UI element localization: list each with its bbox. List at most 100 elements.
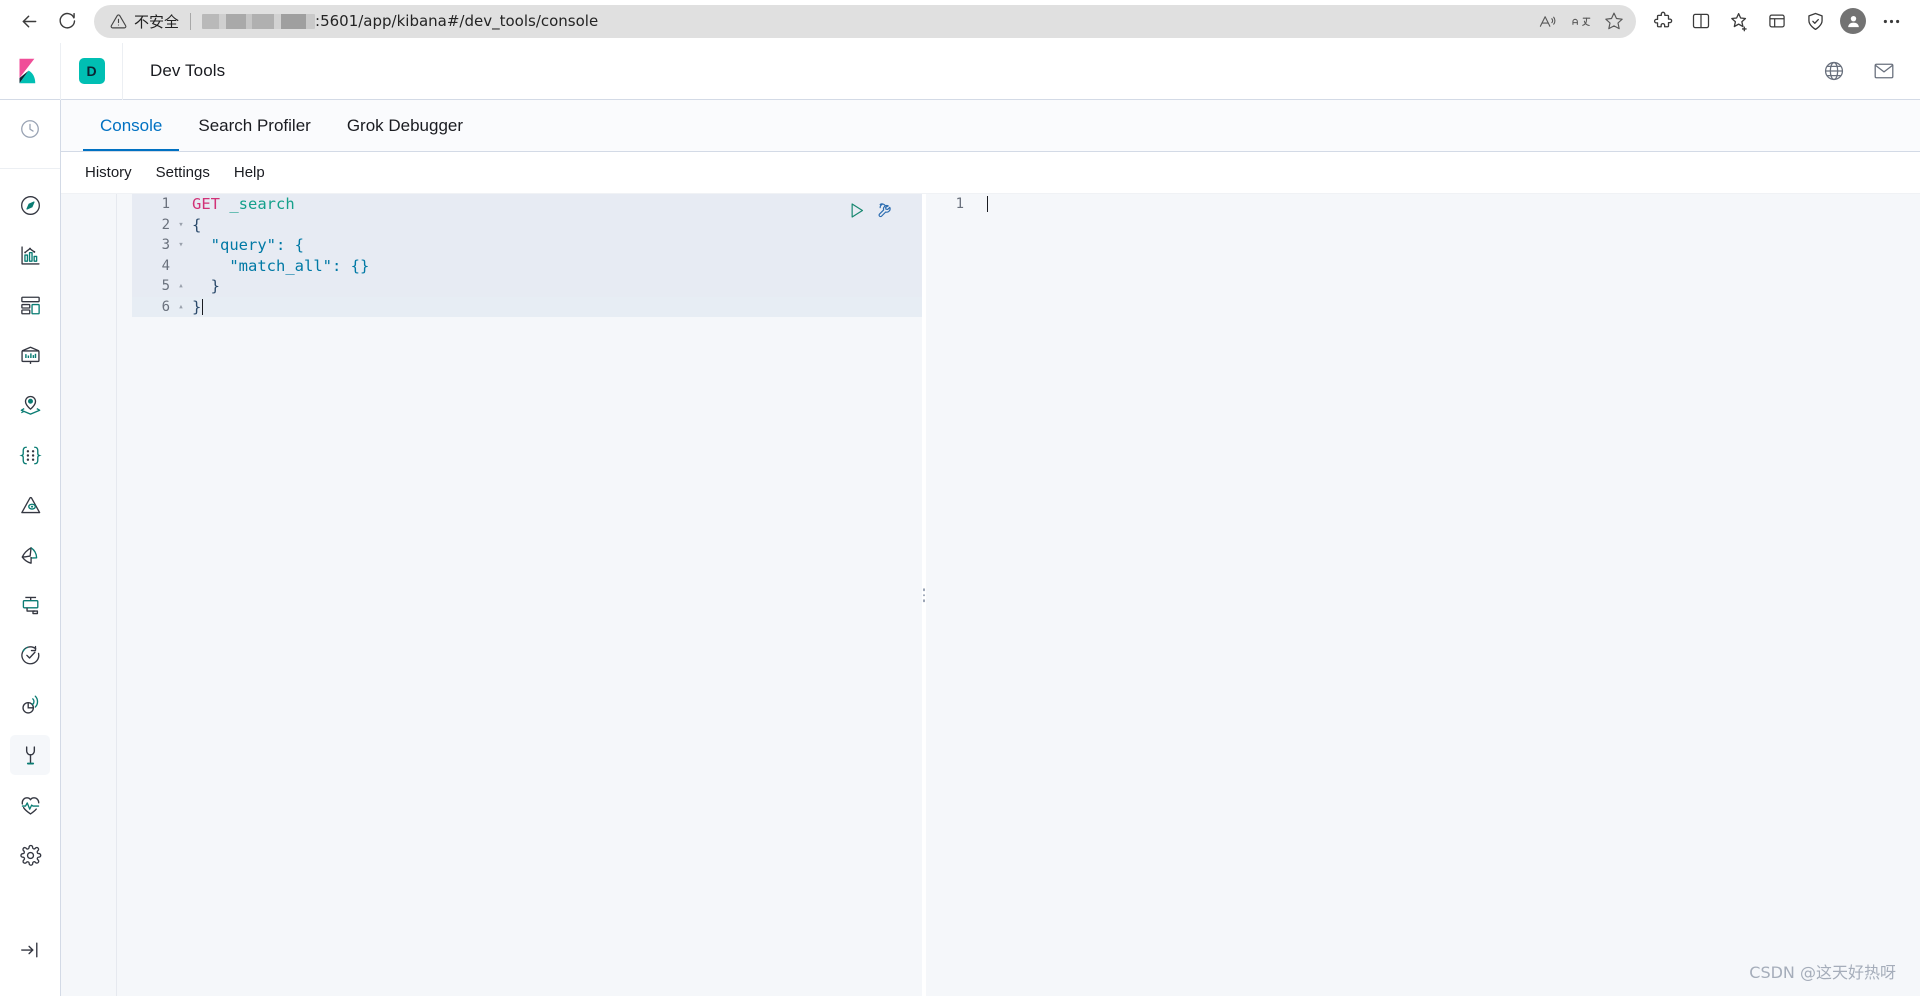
- sidebar-item-dashboard[interactable]: [10, 285, 50, 325]
- menu-settings[interactable]: Settings: [156, 164, 210, 181]
- app-badge: D: [78, 58, 105, 84]
- url-display[interactable]: :5601/app/kibana#/dev_tools/console: [202, 12, 1531, 30]
- code-line: 5 ▴ }: [132, 276, 922, 297]
- news-feed-icon[interactable]: [1870, 57, 1898, 85]
- tab-search-profiler[interactable]: Search Profiler: [181, 100, 327, 151]
- sidebar-item-canvas[interactable]: [10, 335, 50, 375]
- console-menu-bar: History Settings Help: [61, 152, 1920, 194]
- redacted-host: [202, 13, 316, 29]
- endpoint-token: _search: [220, 195, 295, 213]
- fold-toggle[interactable]: ▾: [174, 215, 188, 236]
- code-line: 6 ▴ }: [132, 296, 922, 318]
- tab-grok-debugger[interactable]: Grok Debugger: [330, 100, 480, 151]
- sidebar-collapse-section: [0, 930, 60, 996]
- request-action-buttons: [847, 201, 896, 220]
- sidebar-item-maps[interactable]: [10, 385, 50, 425]
- line-number: 5: [161, 278, 170, 294]
- response-editor-pane[interactable]: 1 CSDN @这天好热呀: [926, 194, 1920, 996]
- browser-back-button[interactable]: [10, 4, 48, 38]
- request-options-button[interactable]: [877, 201, 896, 220]
- sidebar-items: [0, 169, 60, 885]
- sidebar-item-logs[interactable]: [10, 535, 50, 575]
- line-number: 2: [161, 216, 170, 233]
- address-divider: [190, 12, 192, 30]
- http-method-token: GET: [192, 195, 220, 213]
- kibana-header: D Dev Tools: [0, 42, 1920, 100]
- sidebar-item-recently-viewed[interactable]: [10, 109, 50, 149]
- sidebar-item-apm[interactable]: [10, 585, 50, 625]
- sidebar-recent-section: [0, 100, 60, 159]
- split-screen-icon[interactable]: [1682, 4, 1720, 38]
- browser-essentials-icon[interactable]: [1796, 4, 1834, 38]
- browser-toolbar: 不安全 :5601/app/kibana#/dev_tools/console: [0, 0, 1920, 43]
- app-badge-wrapper: D: [61, 42, 123, 100]
- page-title: Dev Tools: [150, 61, 226, 80]
- code-line: 3 ▾ "query": {: [132, 235, 922, 256]
- kibana-home-button[interactable]: [0, 42, 61, 100]
- help-globe-icon[interactable]: [1820, 57, 1848, 85]
- fold-toggle[interactable]: ▾: [174, 235, 188, 256]
- favorites-icon[interactable]: [1720, 4, 1758, 38]
- text-cursor: [987, 196, 988, 213]
- extensions-icon[interactable]: [1644, 4, 1682, 38]
- favorite-star-icon[interactable]: [1597, 7, 1630, 36]
- main-content: Console Search Profiler Grok Debugger Hi…: [61, 100, 1920, 996]
- code-text: }: [192, 297, 202, 316]
- code-text: "match_all": {}: [192, 256, 370, 275]
- sidebar-item-management[interactable]: [10, 835, 50, 875]
- not-secure-label: 不安全: [134, 12, 180, 31]
- fold-toggle[interactable]: ▴: [174, 297, 188, 318]
- kibana-logo: [16, 57, 44, 85]
- url-text: :5601/app/kibana#/dev_tools/console: [315, 12, 599, 30]
- request-code-area[interactable]: 1 GET _search 2 ▾ { 3 ▾ "query": {4 "ma…: [132, 194, 922, 996]
- console-panel: History Settings Help 1 GET _search 2 ▾ …: [61, 152, 1920, 996]
- sidebar-item-dev-tools[interactable]: [10, 735, 50, 775]
- line-number: 1: [955, 196, 964, 212]
- address-bar-icons: [1531, 7, 1630, 36]
- code-line: 4 "match_all": {}: [132, 255, 922, 276]
- app-body: Console Search Profiler Grok Debugger Hi…: [0, 100, 1920, 996]
- not-secure-warning-icon: [110, 13, 127, 30]
- primary-navigation: [0, 100, 61, 996]
- splitter-grip-icon: [922, 588, 926, 602]
- line-number: 3: [161, 237, 170, 253]
- console-editors: 1 GET _search 2 ▾ { 3 ▾ "query": {4 "ma…: [61, 194, 1920, 996]
- line-number: 6: [161, 298, 170, 315]
- code-line: 2 ▾ {: [132, 214, 922, 236]
- code-text: {: [192, 215, 202, 234]
- watermark: CSDN @这天好热呀: [1749, 963, 1896, 982]
- tab-console[interactable]: Console: [83, 100, 180, 151]
- sidebar-item-visualize[interactable]: [10, 235, 50, 275]
- kibana-header-actions: [1820, 57, 1920, 85]
- fold-toggle[interactable]: ▴: [174, 276, 188, 297]
- browser-reload-button[interactable]: [48, 4, 86, 38]
- code-line: 1 GET _search: [132, 194, 922, 215]
- address-bar[interactable]: 不安全 :5601/app/kibana#/dev_tools/console: [94, 4, 1636, 38]
- menu-help[interactable]: Help: [234, 164, 265, 181]
- code-text: "query": {: [192, 236, 304, 254]
- sidebar-item-monitoring[interactable]: [10, 785, 50, 825]
- sidebar-collapse-button[interactable]: [10, 930, 50, 970]
- dev-tools-tabs: Console Search Profiler Grok Debugger: [61, 100, 1920, 152]
- line-number: 1: [161, 196, 170, 212]
- text-cursor: [202, 298, 204, 315]
- request-editor-pane[interactable]: 1 GET _search 2 ▾ { 3 ▾ "query": {4 "ma…: [61, 194, 922, 996]
- response-code-area[interactable]: 1: [926, 194, 1920, 996]
- code-line: 1: [926, 194, 1920, 215]
- settings-more-icon[interactable]: [1872, 4, 1910, 38]
- send-request-button[interactable]: [847, 201, 866, 220]
- sidebar-item-discover[interactable]: [10, 185, 50, 225]
- code-text: }: [192, 277, 220, 295]
- menu-history[interactable]: History: [85, 164, 132, 181]
- line-number: 4: [161, 257, 170, 274]
- sidebar-item-uptime[interactable]: [10, 635, 50, 675]
- profile-avatar[interactable]: [1834, 4, 1872, 38]
- code-text: GET _search: [188, 194, 295, 215]
- sidebar-item-machine-learning[interactable]: [10, 435, 50, 475]
- collections-icon[interactable]: [1758, 4, 1796, 38]
- sidebar-item-siem[interactable]: [10, 685, 50, 725]
- sidebar-item-infrastructure[interactable]: [10, 485, 50, 525]
- translate-icon[interactable]: [1564, 7, 1597, 36]
- read-aloud-icon[interactable]: [1531, 7, 1564, 36]
- request-gutter-background: [61, 194, 117, 996]
